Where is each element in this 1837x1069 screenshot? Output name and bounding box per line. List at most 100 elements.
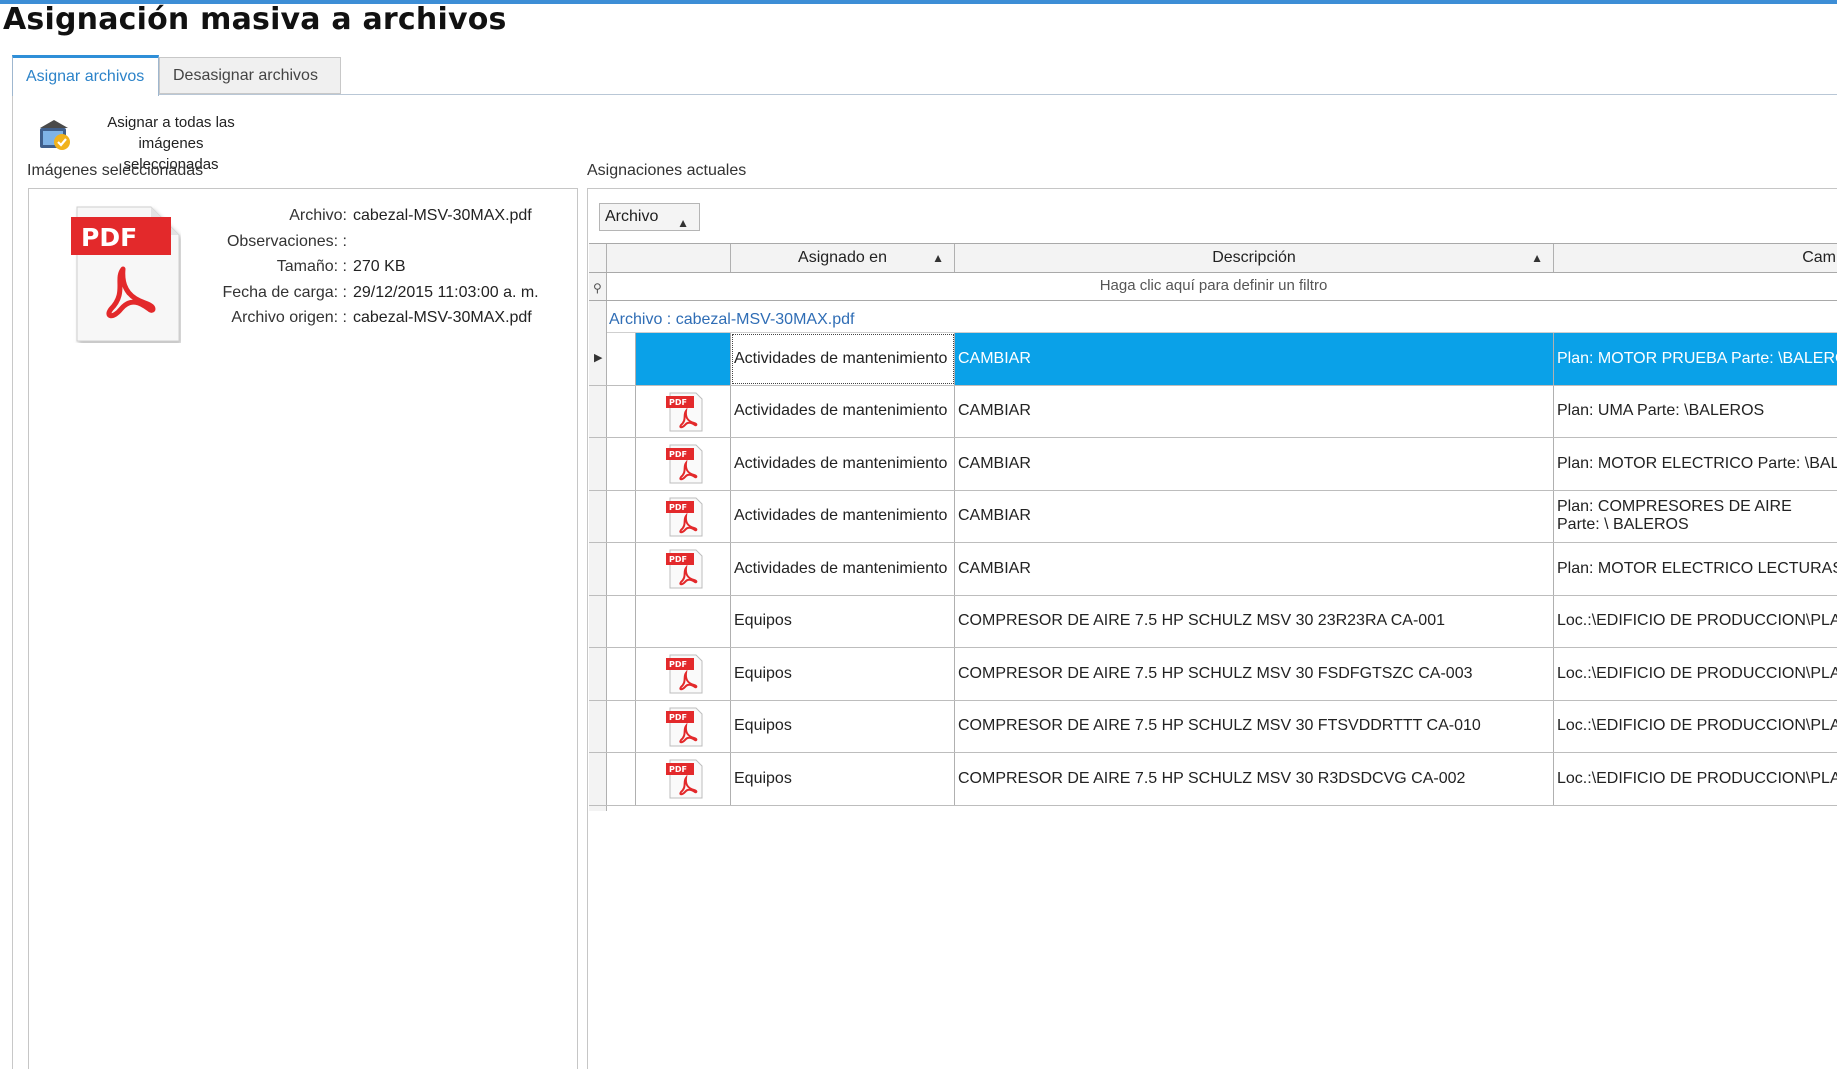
row-indicator[interactable] — [589, 543, 607, 595]
cell-extra[interactable]: Plan: MOTOR ELECTRICO LECTURAS — [1554, 543, 1837, 595]
selected-images-label: Imágenes seleccionadas — [27, 162, 204, 179]
svg-text:PDF: PDF — [669, 398, 687, 407]
table-row[interactable]: PDF Equipos COMPRESOR DE AIRE 7.5 HP SCH… — [589, 753, 1837, 806]
row-spacer — [607, 595, 636, 647]
cell-text: Equipos — [734, 717, 792, 735]
svg-text:PDF: PDF — [669, 660, 687, 669]
cell-descripcion[interactable]: COMPRESOR DE AIRE 7.5 HP SCHULZ MSV 30 2… — [955, 595, 1554, 647]
cell-extra[interactable]: Plan: UMA Parte: \BALEROS — [1554, 386, 1837, 438]
group-by-archivo-chip[interactable]: Archivo ▲ — [599, 203, 700, 231]
row-indicator[interactable] — [589, 753, 607, 805]
cell-asignado-en[interactable]: Actividades de mantenimiento — [731, 543, 955, 595]
row-indicator[interactable] — [589, 438, 607, 490]
assign-all-button[interactable]: Asignar a todas las imágenes seleccionad… — [36, 110, 276, 173]
group-row-archivo[interactable]: Archivo : cabezal-MSV-30MAX.pdf — [607, 307, 1837, 333]
header-cam[interactable]: Cam — [1554, 244, 1837, 272]
thumbnail-cell[interactable] — [636, 595, 731, 647]
cell-asignado-en[interactable]: Actividades de mantenimiento — [731, 333, 955, 385]
cell-descripcion[interactable]: COMPRESOR DE AIRE 7.5 HP SCHULZ MSV 30 R… — [955, 753, 1554, 805]
cell-text: COMPRESOR DE AIRE 7.5 HP SCHULZ MSV 30 R… — [958, 769, 1466, 787]
table-row[interactable]: PDF Actividades de mantenimiento CAMBIAR… — [589, 490, 1837, 543]
cell-text: CAMBIAR — [958, 349, 1031, 367]
table-row[interactable]: PDF Actividades de mantenimiento CAMBIAR… — [589, 438, 1837, 491]
pdf-thumbnail-icon: PDF — [666, 497, 703, 536]
pdf-thumbnail-icon: PDF — [666, 707, 703, 746]
filter-row[interactable]: ⚲ Haga clic aquí para definir un filtro — [589, 273, 1837, 301]
cell-asignado-en[interactable]: Equipos — [731, 700, 955, 752]
info-key: Tamaño: : — [276, 258, 347, 275]
info-row-tamano: Tamaño: : 270 KB — [179, 254, 539, 280]
cell-descripcion[interactable]: CAMBIAR — [955, 543, 1554, 595]
cell-text: Equipos — [734, 664, 792, 682]
thumbnail-cell[interactable]: PDF — [636, 753, 731, 805]
header-asignado-en[interactable]: Asignado en ▲ — [731, 244, 955, 272]
header-thumbnail[interactable] — [607, 244, 731, 272]
tab-desasignar-archivos[interactable]: Desasignar archivos — [159, 57, 341, 94]
row-indicator[interactable] — [589, 700, 607, 752]
cell-extra[interactable]: Plan: MOTOR ELECTRICO Parte: \BALEROS — [1554, 438, 1837, 490]
svg-text:PDF: PDF — [669, 765, 687, 774]
thumbnail-cell[interactable]: PDF — [636, 438, 731, 490]
pdf-file-icon[interactable]: PDF — [41, 205, 181, 343]
cell-text: Plan: MOTOR ELECTRICO LECTURAS — [1557, 559, 1837, 577]
cell-extra[interactable]: Loc.:\EDIFICIO DE PRODUCCION\PLANTA — [1554, 596, 1837, 648]
thumbnail-cell[interactable] — [636, 333, 731, 385]
cell-extra[interactable]: Loc.:\EDIFICIO DE PRODUCCION\PLANTA — [1554, 648, 1837, 700]
svg-text:PDF: PDF — [669, 713, 687, 722]
cell-descripcion[interactable]: COMPRESOR DE AIRE 7.5 HP SCHULZ MSV 30 F… — [955, 700, 1554, 752]
cell-text: CAMBIAR — [958, 402, 1031, 420]
cell-descripcion[interactable]: CAMBIAR — [955, 333, 1554, 385]
pdf-thumbnail-icon: PDF — [666, 549, 703, 589]
cell-extra[interactable]: Loc.:\EDIFICIO DE PRODUCCION\PLANTA — [1554, 753, 1837, 805]
cell-descripcion[interactable]: COMPRESOR DE AIRE 7.5 HP SCHULZ MSV 30 F… — [955, 648, 1554, 700]
tab-divider — [12, 94, 1837, 95]
header-descripcion[interactable]: Descripción ▲ — [955, 244, 1554, 272]
tab-asignar-archivos[interactable]: Asignar archivos — [12, 55, 159, 96]
cell-asignado-en[interactable]: Equipos — [731, 753, 955, 805]
cell-text: Actividades de mantenimiento — [734, 507, 948, 525]
grid-header: Asignado en ▲ Descripción ▲ Cam — [589, 243, 1837, 273]
cell-text: CAMBIAR — [958, 559, 1031, 577]
table-row[interactable]: ▶ Actividades de mantenimiento CAMBIAR P… — [589, 333, 1837, 386]
cell-text: Loc.:\EDIFICIO DE PRODUCCION\PLANTA — [1557, 612, 1837, 630]
cell-extra[interactable]: Plan: COMPRESORES DE AIRE Parte: \ BALER… — [1554, 491, 1837, 543]
thumbnail-cell[interactable]: PDF — [636, 648, 731, 700]
thumbnail-cell[interactable]: PDF — [636, 490, 731, 542]
sort-asc-icon: ▲ — [1531, 251, 1543, 265]
row-spacer — [607, 648, 636, 700]
cell-descripcion[interactable]: CAMBIAR — [955, 438, 1554, 490]
table-row[interactable]: PDF Actividades de mantenimiento CAMBIAR… — [589, 385, 1837, 438]
row-indicator[interactable] — [589, 490, 607, 542]
row-indicator[interactable] — [589, 595, 607, 647]
row-spacer — [607, 543, 636, 595]
cell-asignado-en[interactable]: Actividades de mantenimiento — [731, 438, 955, 490]
info-value: cabezal-MSV-30MAX.pdf — [353, 207, 532, 224]
cell-descripcion[interactable]: CAMBIAR — [955, 385, 1554, 437]
table-row[interactable]: PDF Equipos COMPRESOR DE AIRE 7.5 HP SCH… — [589, 700, 1837, 753]
row-indicator[interactable]: ▶ — [589, 333, 607, 385]
cell-descripcion[interactable]: CAMBIAR — [955, 490, 1554, 542]
row-indicator[interactable] — [589, 385, 607, 437]
assignments-grid: Asignado en ▲ Descripción ▲ Cam ⚲ Haga c… — [589, 243, 1837, 811]
cell-text: Plan: UMA Parte: \BALEROS — [1557, 402, 1765, 420]
thumbnail-cell[interactable]: PDF — [636, 700, 731, 752]
cell-extra[interactable]: Plan: MOTOR PRUEBA Parte: \BALEROS — [1554, 333, 1837, 385]
cell-asignado-en[interactable]: Equipos — [731, 648, 955, 700]
cell-asignado-en[interactable]: Actividades de mantenimiento — [731, 490, 955, 542]
cell-asignado-en[interactable]: Equipos — [731, 595, 955, 647]
row-spacer — [607, 700, 636, 752]
cell-asignado-en[interactable]: Actividades de mantenimiento — [731, 385, 955, 437]
table-row[interactable]: PDF Actividades de mantenimiento CAMBIAR… — [589, 543, 1837, 596]
cell-text: Loc.:\EDIFICIO DE PRODUCCION\PLANTA — [1557, 664, 1837, 682]
row-spacer — [607, 385, 636, 437]
info-row-origen: Archivo origen: : cabezal-MSV-30MAX.pdf — [179, 305, 539, 331]
cell-extra[interactable]: Loc.:\EDIFICIO DE PRODUCCION\PLANTA — [1554, 701, 1837, 753]
row-indicator[interactable] — [589, 648, 607, 700]
pdf-icon-text: PDF — [81, 223, 137, 252]
table-row[interactable]: PDF Equipos COMPRESOR DE AIRE 7.5 HP SCH… — [589, 648, 1837, 701]
cell-text: Loc.:\EDIFICIO DE PRODUCCION\PLANTA — [1557, 717, 1837, 735]
table-row[interactable]: Equipos COMPRESOR DE AIRE 7.5 HP SCHULZ … — [589, 595, 1837, 648]
thumbnail-cell[interactable]: PDF — [636, 385, 731, 437]
thumbnail-cell[interactable]: PDF — [636, 543, 731, 595]
header-indicator — [589, 244, 607, 272]
